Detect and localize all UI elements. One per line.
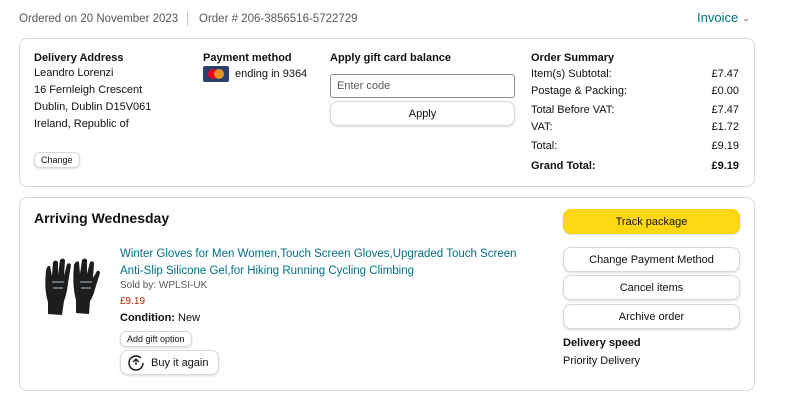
- order-details-panel: Delivery Address Leandro Lorenzi 16 Fern…: [19, 38, 755, 187]
- card-ending: ending in 9364: [235, 68, 308, 80]
- change-payment-method-button[interactable]: Change Payment Method: [563, 247, 740, 272]
- mastercard-icon: [203, 66, 229, 82]
- buy-again-icon: [128, 354, 144, 371]
- gloves-icon[interactable]: [40, 251, 106, 319]
- item-condition: Condition: New: [120, 312, 201, 324]
- order-date: Ordered on 20 November 2023: [19, 13, 179, 25]
- address-line: 16 Fernleigh Crescent: [34, 84, 143, 96]
- seller-info: Sold by: WPLSI-UK: [120, 280, 208, 291]
- item-price: £9.19: [120, 296, 146, 307]
- delivery-address-heading: Delivery Address: [34, 52, 124, 64]
- invoice-dropdown[interactable]: Invoice ⌄: [697, 10, 750, 25]
- change-address-button[interactable]: Change: [34, 152, 80, 168]
- payment-method: Payment method ending in 9364: [203, 52, 307, 82]
- gift-card-section: Apply gift card balance Apply: [330, 52, 515, 126]
- order-summary: Order Summary Item(s) Subtotal: £7.47 Pos…: [531, 52, 739, 174]
- gift-code-input[interactable]: [330, 74, 515, 98]
- summary-row: Item(s) Subtotal: £7.47: [531, 68, 739, 80]
- product-title-link[interactable]: Winter Gloves for Men Women,Touch Screen…: [120, 246, 540, 280]
- order-summary-heading: Order Summary: [531, 52, 615, 64]
- shipment-panel: Arriving Wednesday Winter Gloves for Men…: [19, 197, 755, 391]
- gift-card-heading: Apply gift card balance: [330, 52, 452, 64]
- delivery-address: Delivery Address Leandro Lorenzi 16 Fern…: [34, 52, 152, 168]
- address-line: Ireland, Republic of: [34, 118, 129, 130]
- order-header: Ordered on 20 November 2023 Order # 206-…: [0, 0, 799, 38]
- invoice-label: Invoice: [697, 10, 739, 25]
- delivery-speed-heading: Delivery speed: [563, 337, 641, 349]
- grand-total-row: Grand Total: £9.19: [531, 159, 739, 172]
- add-gift-option-button[interactable]: Add gift option: [120, 331, 192, 347]
- buy-again-label: Buy it again: [151, 356, 209, 369]
- header-divider: [187, 12, 188, 26]
- summary-row: Postage & Packing: £0.00: [531, 84, 739, 97]
- address-line: Dublin, Dublin D15V061: [34, 101, 152, 113]
- apply-gift-button[interactable]: Apply: [330, 101, 515, 126]
- buy-again-button[interactable]: Buy it again: [120, 350, 219, 375]
- cancel-items-button[interactable]: Cancel items: [563, 275, 740, 300]
- arrival-status: Arriving Wednesday: [34, 210, 170, 226]
- track-package-button[interactable]: Track package: [563, 209, 740, 234]
- summary-row: Total: £9.19: [531, 140, 739, 152]
- summary-row: Total Before VAT: £7.47: [531, 104, 739, 116]
- delivery-speed-value: Priority Delivery: [563, 355, 641, 367]
- order-number: Order # 206-3856516-5722729: [199, 13, 358, 25]
- chevron-down-icon: ⌄: [742, 13, 750, 23]
- payment-method-heading: Payment method: [203, 52, 292, 64]
- summary-row: VAT: £1.72: [531, 120, 739, 133]
- address-line: Leandro Lorenzi: [34, 67, 114, 79]
- archive-order-button[interactable]: Archive order: [563, 304, 740, 329]
